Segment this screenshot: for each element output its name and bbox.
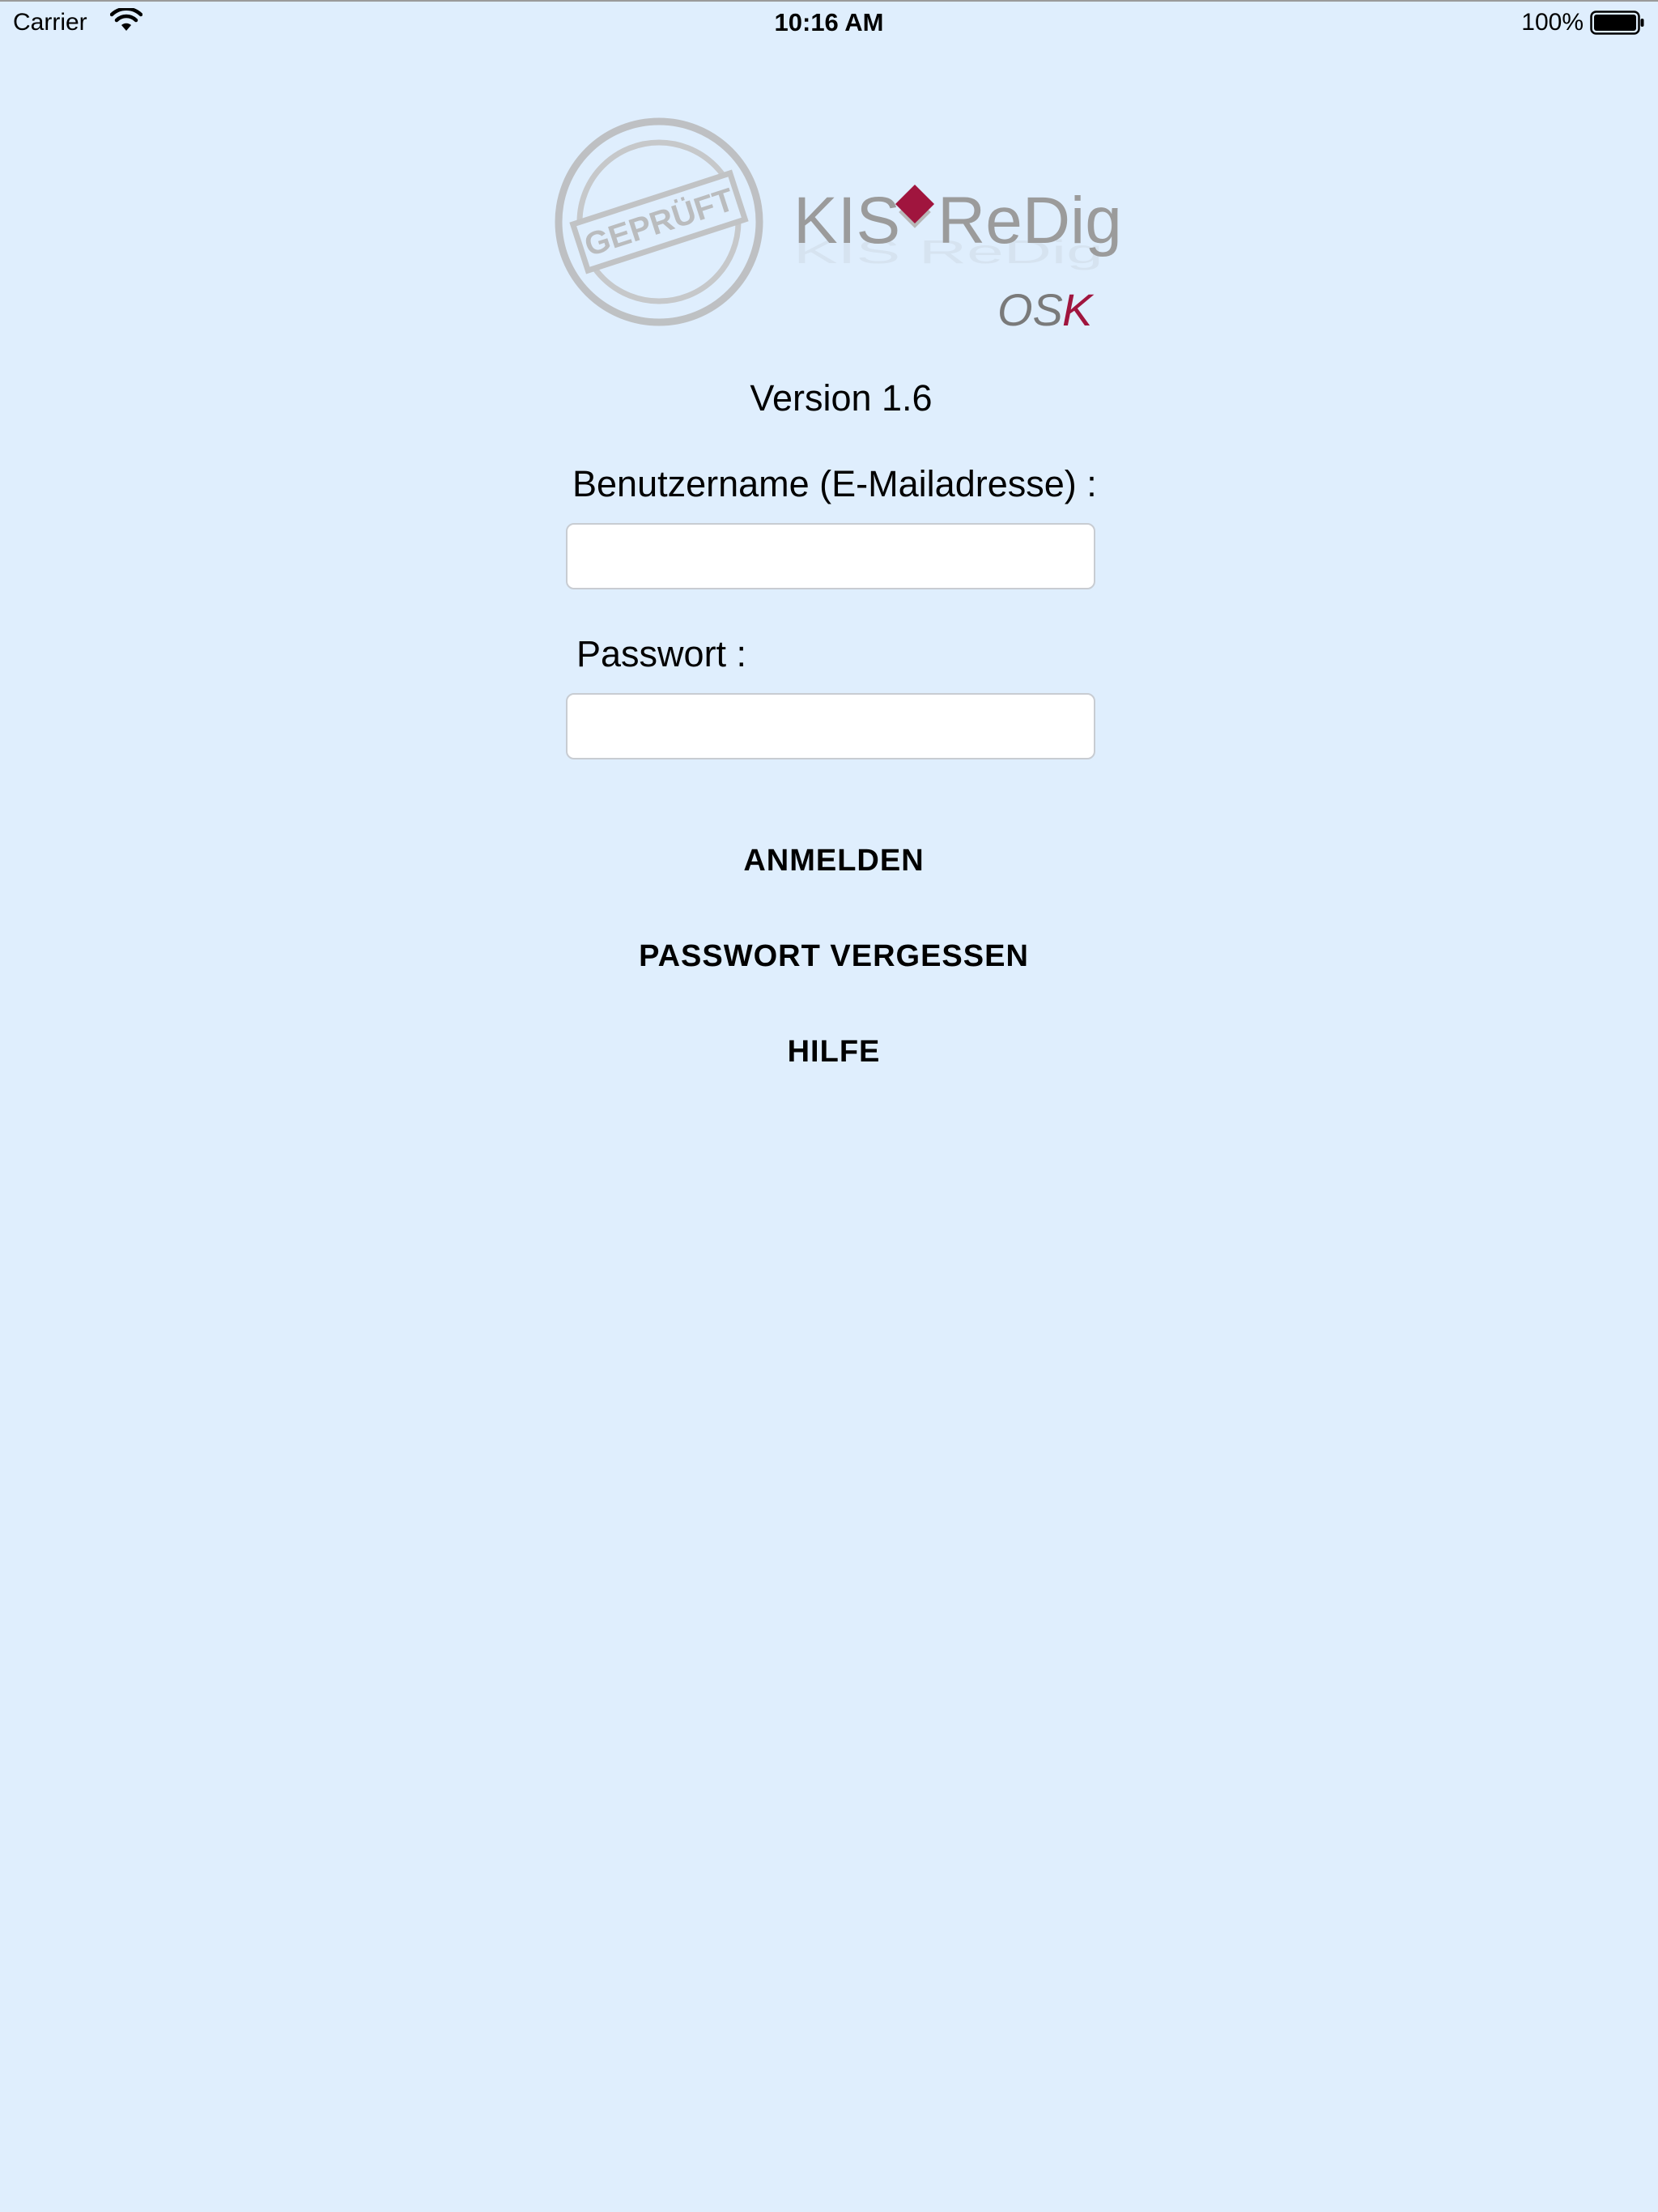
username-input[interactable] (566, 523, 1095, 589)
version-label: Version 1.6 (750, 377, 933, 419)
password-input[interactable] (566, 693, 1095, 759)
gepruft-stamp-icon: GEPRÜFT (555, 117, 763, 326)
login-button[interactable]: ANMELDEN (0, 840, 1658, 881)
svg-text:K: K (1062, 284, 1095, 335)
osk-brand-logo: OS K (997, 284, 1095, 335)
kis-redig-wordmark: KIS ReDig KIS ReDig (793, 184, 1120, 270)
svg-text:OS: OS (997, 284, 1063, 335)
svg-text:KIS ReDig: KIS ReDig (793, 233, 1103, 270)
status-bar: Carrier 10:16 AM 100% (0, 0, 1658, 45)
kis-redig-logo: GEPRÜFT KIS ReDig KIS ReDig OS K (555, 117, 1120, 335)
password-label: Passwort : (576, 633, 747, 674)
battery-icon (1590, 11, 1644, 35)
forgot-password-button[interactable]: PASSWORT VERGESSEN (0, 936, 1658, 976)
help-button[interactable]: HILFE (0, 1032, 1658, 1072)
username-label: Benutzername (E-Mailadresse) : (572, 463, 1097, 504)
status-time: 10:16 AM (774, 8, 884, 36)
battery-percentage: 100% (1521, 9, 1584, 36)
